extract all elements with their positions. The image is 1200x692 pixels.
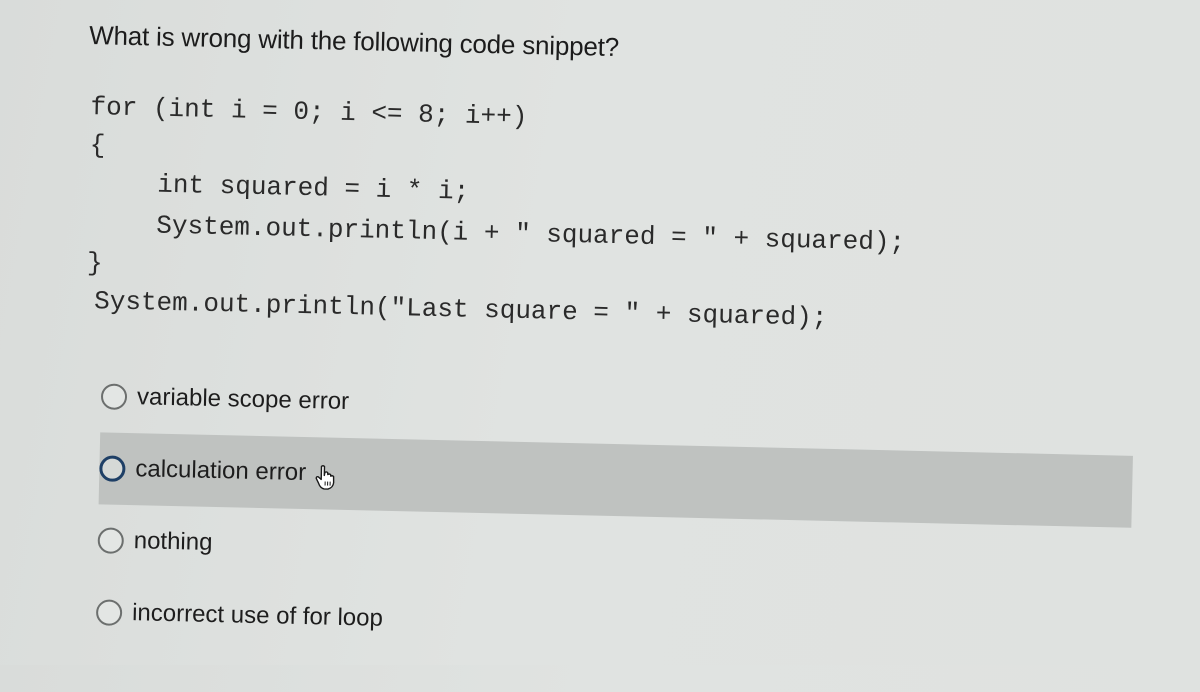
quiz-question-panel: What is wrong with the following code sn… [0, 0, 1200, 692]
option-label: calculation error [135, 455, 306, 487]
option-label: nothing [133, 527, 212, 557]
hand-pointer-icon [314, 464, 339, 491]
option-label: variable scope error [137, 383, 350, 416]
code-snippet: for (int i = 0; i <= 8; i++){ int square… [86, 88, 908, 338]
question-title: What is wrong with the following code sn… [89, 20, 619, 63]
radio-button[interactable] [99, 455, 126, 482]
radio-button[interactable] [97, 527, 124, 554]
radio-button[interactable] [96, 599, 123, 626]
radio-button[interactable] [101, 383, 128, 410]
answer-options: variable scope error calculation error n… [93, 360, 1134, 671]
option-label: incorrect use of for loop [132, 599, 383, 633]
